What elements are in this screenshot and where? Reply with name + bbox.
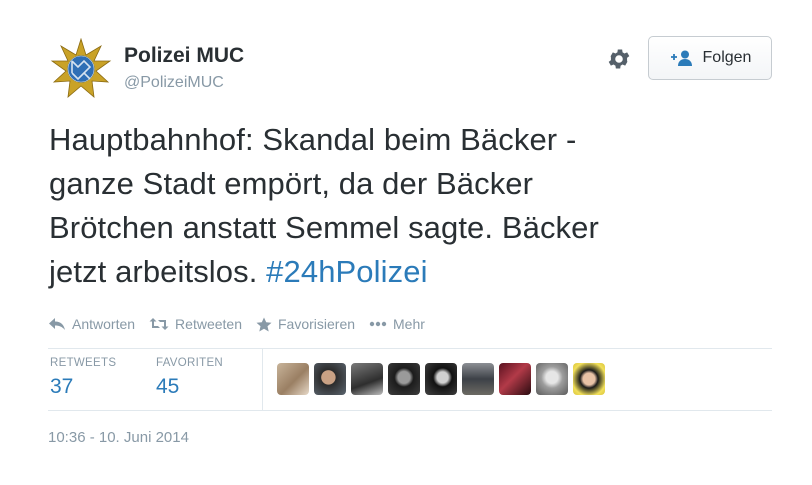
favorite-label: Favorisieren: [277, 316, 356, 332]
tweet-text-line: jetzt arbeitslos. #24hPolizei: [49, 250, 749, 294]
gear-icon[interactable]: [606, 46, 632, 72]
reply-icon: [49, 318, 65, 330]
favoriter-avatar[interactable]: [277, 363, 309, 395]
favoriter-avatar[interactable]: [499, 363, 531, 395]
star-icon: [256, 317, 272, 331]
favoriter-avatar[interactable]: [462, 363, 494, 395]
favoriter-avatar[interactable]: [351, 363, 383, 395]
add-user-icon: [670, 50, 692, 66]
more-button[interactable]: Mehr: [369, 316, 425, 332]
tweet-text-line: ganze Stadt empört, da der Bäcker: [49, 166, 534, 201]
stats-divider-bottom: [48, 410, 772, 411]
retweet-button[interactable]: Retweeten: [149, 316, 242, 332]
retweets-label: RETWEETS: [50, 357, 117, 369]
follow-button[interactable]: Folgen: [648, 36, 772, 80]
retweet-label: Retweeten: [175, 316, 242, 332]
favoriter-avatar[interactable]: [536, 363, 568, 395]
favoriter-avatar[interactable]: [425, 363, 457, 395]
tweet-card: Polizei MUC @PolizeiMUC Folgen Hauptbahn…: [0, 0, 812, 485]
tweet-actions: Antworten Retweeten Favorisieren Mehr: [48, 314, 439, 334]
user-handle[interactable]: @PolizeiMUC: [124, 74, 224, 92]
follow-label: Folgen: [702, 49, 752, 66]
tweet-text: Hauptbahnhof: Skandal beim Bäcker - ganz…: [49, 118, 749, 294]
reply-button[interactable]: Antworten: [48, 316, 135, 332]
favorite-button[interactable]: Favorisieren: [256, 316, 355, 332]
avatar[interactable]: [50, 37, 112, 100]
favoriter-avatar[interactable]: [388, 363, 420, 395]
stats-divider-top: [48, 348, 772, 349]
tweet-text-line: Hauptbahnhof: Skandal beim Bäcker -: [49, 122, 577, 157]
favorites-count[interactable]: 45: [156, 375, 179, 399]
tweet-timestamp[interactable]: 10:36 - 10. Juni 2014: [48, 429, 189, 446]
more-dots-icon: [369, 321, 387, 327]
stats-divider-vertical: [262, 349, 263, 410]
favoriter-avatar[interactable]: [314, 363, 346, 395]
tweet-text-line: Brötchen anstatt Semmel sagte. Bäcker: [49, 210, 599, 245]
hashtag-link[interactable]: #24hPolizei: [266, 254, 427, 289]
favoriter-avatar[interactable]: [573, 363, 605, 395]
tweet-text-last: jetzt arbeitslos.: [49, 254, 258, 289]
police-star-badge-icon: [50, 37, 112, 98]
user-name[interactable]: Polizei MUC: [124, 44, 244, 68]
reply-label: Antworten: [72, 316, 136, 332]
more-label: Mehr: [393, 316, 425, 332]
favorites-label: FAVORITEN: [156, 357, 224, 369]
retweets-count[interactable]: 37: [50, 375, 73, 399]
favoriter-avatars: [277, 363, 605, 395]
retweet-icon: [149, 318, 169, 330]
